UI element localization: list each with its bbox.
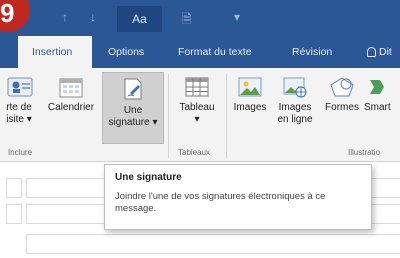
shapes-button[interactable]: Formes <box>320 72 364 144</box>
tab-tell-me-label: Dit <box>379 46 392 58</box>
table-icon <box>185 77 209 97</box>
tooltip-title: Une signature <box>115 172 182 183</box>
tab-revision[interactable]: Révision <box>292 36 332 68</box>
subject-field[interactable] <box>26 234 400 254</box>
lightbulb-icon <box>367 47 376 58</box>
undo-icon[interactable]: ↑ <box>62 10 68 24</box>
online-pictures-label: Images en ligne <box>277 102 313 125</box>
group-divider <box>168 74 169 158</box>
format-text-button[interactable]: Aa <box>117 6 162 32</box>
signature-label: Une signature ▾ <box>108 105 158 128</box>
attach-icon[interactable]: 🗎 <box>182 10 192 31</box>
tab-format-du-texte[interactable]: Format du texte <box>178 36 252 68</box>
business-card-icon <box>7 77 33 97</box>
table-label: Tableau ▾ <box>179 102 215 125</box>
calendar-button[interactable]: Calendrier <box>44 72 98 144</box>
signature-tooltip: Une signature Joindre l'une de vos signa… <box>104 164 372 230</box>
online-picture-icon <box>283 77 307 98</box>
calendar-icon <box>59 78 83 98</box>
tab-tell-me[interactable]: Dit <box>367 36 392 68</box>
ribbon: rte de isite ▾ Calendrier Une signature … <box>0 68 400 162</box>
group-label-tableaux: Tableaux <box>178 148 211 157</box>
online-pictures-button[interactable]: Images en ligne <box>272 72 318 144</box>
quick-access-dropdown-icon[interactable]: ▾ <box>234 10 240 24</box>
title-bar: 9 ↑ ↓ Aa 🗎 ▾ <box>0 0 400 36</box>
pictures-label: Images <box>233 102 267 113</box>
table-button[interactable]: Tableau ▾ <box>172 72 222 144</box>
tooltip-body: Joindre l'une de vos signatures électron… <box>115 191 326 214</box>
redo-icon[interactable]: ↓ <box>90 10 96 24</box>
signature-button[interactable]: Une signature ▾ <box>102 72 164 144</box>
calendar-label: Calendrier <box>47 102 95 113</box>
picture-icon <box>238 77 262 97</box>
ribbon-tabs: Insertion Options Format du texte Révisi… <box>0 36 400 68</box>
smartart-label: Smart <box>364 102 391 113</box>
cc-button[interactable] <box>6 204 22 224</box>
step-badge: 9 <box>0 0 30 32</box>
group-label-inclure: Inclure <box>8 148 33 157</box>
group-divider <box>226 74 227 158</box>
signature-icon <box>124 78 142 100</box>
smartart-icon <box>370 80 384 94</box>
smartart-button[interactable]: Smart <box>364 72 400 144</box>
group-label-illustrations: Illustratio <box>348 148 381 157</box>
shapes-icon <box>330 77 354 97</box>
tab-options[interactable]: Options <box>108 36 144 68</box>
to-button[interactable] <box>6 178 22 198</box>
business-card-label: rte de isite ▾ <box>6 102 32 125</box>
shapes-label: Formes <box>325 102 359 113</box>
pictures-button[interactable]: Images <box>230 72 270 144</box>
business-card-button[interactable]: rte de isite ▾ <box>0 72 42 144</box>
tab-insertion[interactable]: Insertion <box>18 36 92 68</box>
